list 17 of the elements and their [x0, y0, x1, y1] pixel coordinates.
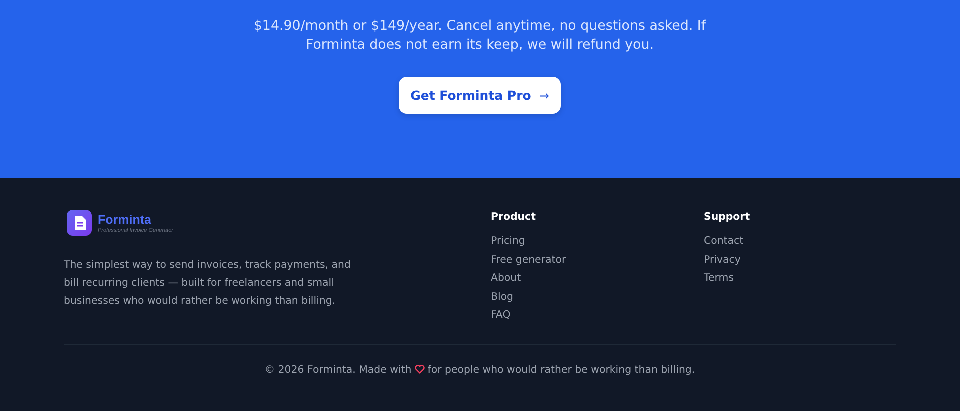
footer-link[interactable]: About [491, 270, 522, 289]
footer-link[interactable]: Blog [491, 288, 514, 308]
footer-link[interactable]: Terms [704, 270, 734, 289]
brand-name: Forminta [98, 212, 152, 226]
footer-link[interactable]: FAQ [491, 307, 511, 326]
pricing-text: $14.90/month or $149/year. Cancel anytime, no questions asked. If Forminta does not earn its keep, we will refund you. [252, 18, 708, 55]
footer-link[interactable]: Free generator [491, 252, 566, 270]
copyright-text: © 2026 Forminta. Made with for people who would rather be working than billing. [264, 364, 696, 376]
footer-description: The simplest way to send invoices, track payments, and bill recurring clients — built for freelancers and small businesses who would rather be working than billing. [64, 259, 352, 309]
footer-link[interactable]: Privacy [704, 252, 741, 270]
footer-link[interactable]: Pricing [491, 233, 526, 252]
document-icon [67, 210, 92, 236]
column-heading: Support [704, 212, 752, 223]
column-heading: Product [491, 212, 537, 223]
heart-icon [414, 364, 425, 374]
get-pro-button[interactable]: Get Forminta Pro → [399, 77, 561, 114]
footer-link[interactable]: Contact [704, 233, 744, 252]
